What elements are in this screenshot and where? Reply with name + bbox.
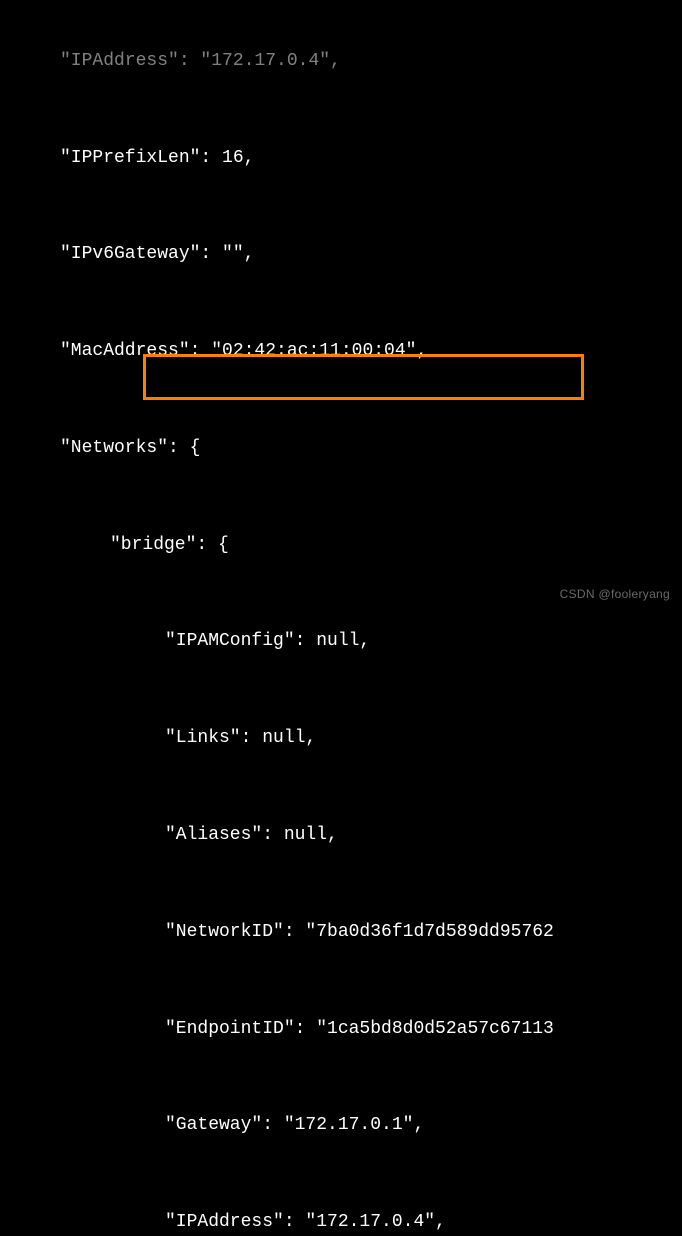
json-line: "Links": null, bbox=[0, 722, 682, 754]
json-line: "Aliases": null, bbox=[0, 819, 682, 851]
json-line: "IPAddress": "172.17.0.4", bbox=[0, 45, 682, 77]
json-line: "IPAMConfig": null, bbox=[0, 625, 682, 657]
watermark: CSDN @fooleryang bbox=[560, 584, 670, 606]
json-line: "Gateway": "172.17.0.1", bbox=[0, 1109, 682, 1141]
json-line: "Networks": { bbox=[0, 432, 682, 464]
json-line: "MacAddress": "02:42:ac:11:00:04", bbox=[0, 335, 682, 367]
json-line: "IPv6Gateway": "", bbox=[0, 238, 682, 270]
json-line-highlighted: "IPAddress": "172.17.0.4", bbox=[0, 1206, 682, 1236]
json-line: "EndpointID": "1ca5bd8d0d52a57c67113 bbox=[0, 1013, 682, 1045]
terminal-output: "IPAddress": "172.17.0.4", "IPPrefixLen"… bbox=[0, 0, 682, 1236]
json-line: "IPPrefixLen": 16, bbox=[0, 142, 682, 174]
json-line: "bridge": { bbox=[0, 529, 682, 561]
json-line: "NetworkID": "7ba0d36f1d7d589dd95762 bbox=[0, 916, 682, 948]
